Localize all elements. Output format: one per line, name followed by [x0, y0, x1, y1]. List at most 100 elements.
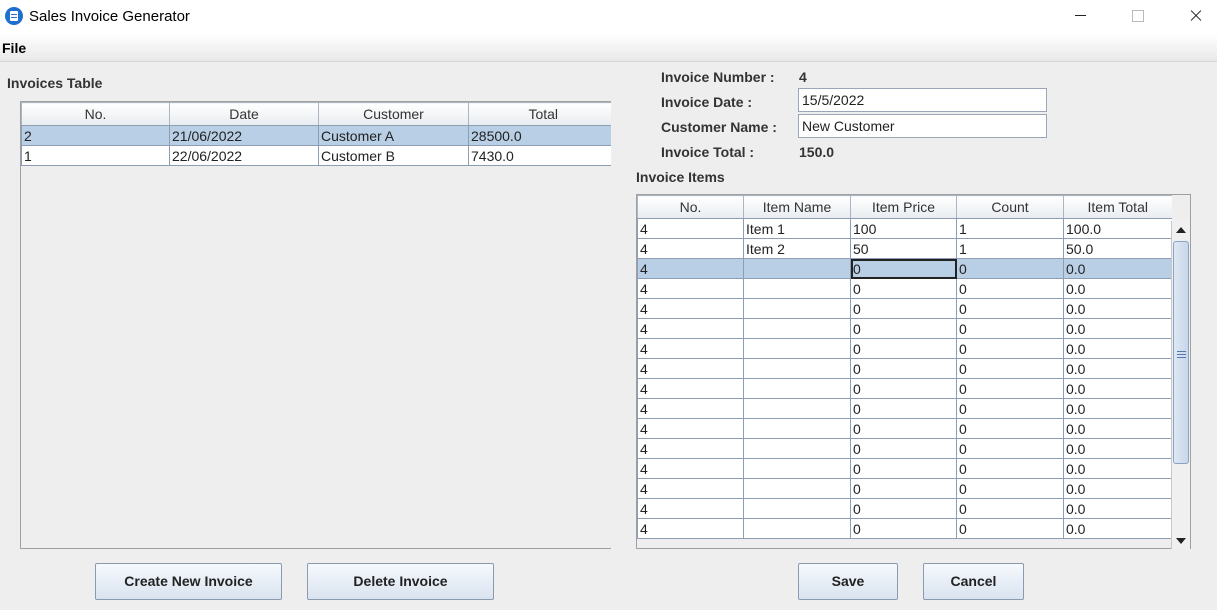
item-cell[interactable]: Item 1	[743, 218, 851, 239]
item-cell[interactable]	[743, 258, 851, 279]
item-cell[interactable]: 0	[850, 478, 957, 499]
table-row[interactable]: 2 21/06/2022 Customer A 28500.0	[21, 125, 611, 146]
item-cell[interactable]: 0.0	[1063, 298, 1172, 319]
item-cell[interactable]: 4	[637, 278, 744, 299]
item-cell[interactable]: 0	[956, 338, 1064, 359]
item-cell[interactable]	[743, 478, 851, 499]
item-cell[interactable]: 0	[850, 318, 957, 339]
item-cell[interactable]: 0	[956, 478, 1064, 499]
item-header-4[interactable]: Item Total	[1063, 195, 1172, 219]
item-cell[interactable]	[743, 438, 851, 459]
table-row[interactable]: 1 22/06/2022 Customer B 7430.0	[21, 145, 611, 166]
item-cell[interactable]: 0	[850, 438, 957, 459]
item-cell[interactable]: 4	[637, 438, 744, 459]
item-cell[interactable]: 4	[637, 318, 744, 339]
close-icon[interactable]	[1172, 0, 1217, 32]
item-cell[interactable]: 0	[850, 258, 957, 279]
item-cell[interactable]: 0.0	[1063, 318, 1172, 339]
table-row[interactable]: 4 0 0 0.0	[637, 298, 1172, 319]
item-cell[interactable]: 0	[850, 278, 957, 299]
invoice-cell[interactable]: 22/06/2022	[169, 145, 319, 166]
customer-name-field[interactable]	[798, 114, 1047, 138]
item-cell[interactable]: 0.0	[1063, 258, 1172, 279]
table-row[interactable]: 4 0 0 0.0	[637, 518, 1172, 539]
item-cell[interactable]: Item 2	[743, 238, 851, 259]
table-row[interactable]: 4 0 0 0.0	[637, 398, 1172, 419]
cancel-button[interactable]: Cancel	[923, 563, 1024, 600]
item-cell[interactable]: 0	[850, 298, 957, 319]
item-cell[interactable]: 4	[637, 218, 744, 239]
table-row[interactable]: 4 0 0 0.0	[637, 478, 1172, 499]
invoice-header-1[interactable]: Date	[169, 102, 319, 126]
item-cell[interactable]: 1	[956, 218, 1064, 239]
items-scrollbar[interactable]	[1171, 221, 1190, 549]
item-cell[interactable]: 0.0	[1063, 478, 1172, 499]
item-cell[interactable]: 0.0	[1063, 378, 1172, 399]
maximize-icon[interactable]	[1114, 0, 1160, 32]
item-cell[interactable]	[743, 358, 851, 379]
item-cell[interactable]: 0.0	[1063, 338, 1172, 359]
item-cell[interactable]	[743, 418, 851, 439]
item-cell[interactable]: 0.0	[1063, 398, 1172, 419]
item-cell[interactable]	[743, 518, 851, 539]
item-cell[interactable]	[743, 378, 851, 399]
item-cell[interactable]: 0	[850, 398, 957, 419]
item-header-3[interactable]: Count	[956, 195, 1064, 219]
table-row[interactable]: 4 0 0 0.0	[637, 338, 1172, 359]
item-cell[interactable]	[743, 398, 851, 419]
table-row[interactable]: 4 Item 1 100 1 100.0	[637, 218, 1172, 239]
item-cell[interactable]: 4	[637, 478, 744, 499]
item-cell[interactable]: 4	[637, 398, 744, 419]
item-cell[interactable]: 0.0	[1063, 458, 1172, 479]
item-cell[interactable]: 100	[850, 218, 957, 239]
item-header-0[interactable]: No.	[637, 195, 744, 219]
invoice-cell[interactable]: 1	[21, 145, 170, 166]
item-cell[interactable]	[743, 458, 851, 479]
delete-invoice-button[interactable]: Delete Invoice	[307, 563, 494, 600]
item-cell[interactable]: 0.0	[1063, 358, 1172, 379]
invoice-cell[interactable]: 21/06/2022	[169, 125, 319, 146]
table-row[interactable]: 4 Item 2 50 1 50.0	[637, 238, 1172, 259]
table-row[interactable]: 4 0 0 0.0	[637, 358, 1172, 379]
item-cell[interactable]: 4	[637, 238, 744, 259]
invoice-cell[interactable]: Customer A	[318, 125, 469, 146]
item-cell[interactable]: 0	[850, 378, 957, 399]
item-cell[interactable]: 0	[850, 418, 957, 439]
item-cell[interactable]: 50.0	[1063, 238, 1172, 259]
item-cell[interactable]: 0	[956, 358, 1064, 379]
item-cell[interactable]: 100.0	[1063, 218, 1172, 239]
item-cell[interactable]	[743, 338, 851, 359]
item-cell[interactable]: 0	[956, 398, 1064, 419]
table-row[interactable]: 4 0 0 0.0	[637, 498, 1172, 519]
item-cell[interactable]: 0	[850, 358, 957, 379]
invoice-cell[interactable]: 28500.0	[468, 125, 611, 146]
item-cell[interactable]: 4	[637, 518, 744, 539]
item-cell[interactable]: 0	[956, 438, 1064, 459]
item-cell[interactable]: 4	[637, 498, 744, 519]
item-cell[interactable]: 0	[956, 518, 1064, 539]
item-cell[interactable]	[743, 278, 851, 299]
item-cell[interactable]: 0	[956, 458, 1064, 479]
table-row[interactable]: 4 0 0 0.0	[637, 318, 1172, 339]
item-cell[interactable]: 0	[956, 258, 1064, 279]
item-cell[interactable]: 0	[956, 378, 1064, 399]
item-cell[interactable]: 0.0	[1063, 518, 1172, 539]
menu-file[interactable]: File	[2, 40, 26, 56]
scroll-down-icon[interactable]	[1172, 531, 1190, 549]
invoice-cell[interactable]: 2	[21, 125, 170, 146]
invoice-header-3[interactable]: Total	[468, 102, 611, 126]
item-cell[interactable]: 4	[637, 338, 744, 359]
invoice-cell[interactable]: Customer B	[318, 145, 469, 166]
item-cell[interactable]: 50	[850, 238, 957, 259]
invoice-date-field[interactable]	[798, 88, 1047, 112]
item-cell[interactable]: 1	[956, 238, 1064, 259]
item-cell[interactable]: 4	[637, 458, 744, 479]
item-cell[interactable]: 4	[637, 258, 744, 279]
table-row[interactable]: 4 0 0 0.0	[637, 438, 1172, 459]
item-cell[interactable]: 0	[850, 518, 957, 539]
create-invoice-button[interactable]: Create New Invoice	[95, 563, 282, 600]
scrollbar-thumb[interactable]	[1173, 241, 1189, 464]
table-row[interactable]: 4 0 0 0.0	[637, 418, 1172, 439]
item-cell[interactable]: 0	[956, 418, 1064, 439]
item-cell[interactable]: 0.0	[1063, 438, 1172, 459]
